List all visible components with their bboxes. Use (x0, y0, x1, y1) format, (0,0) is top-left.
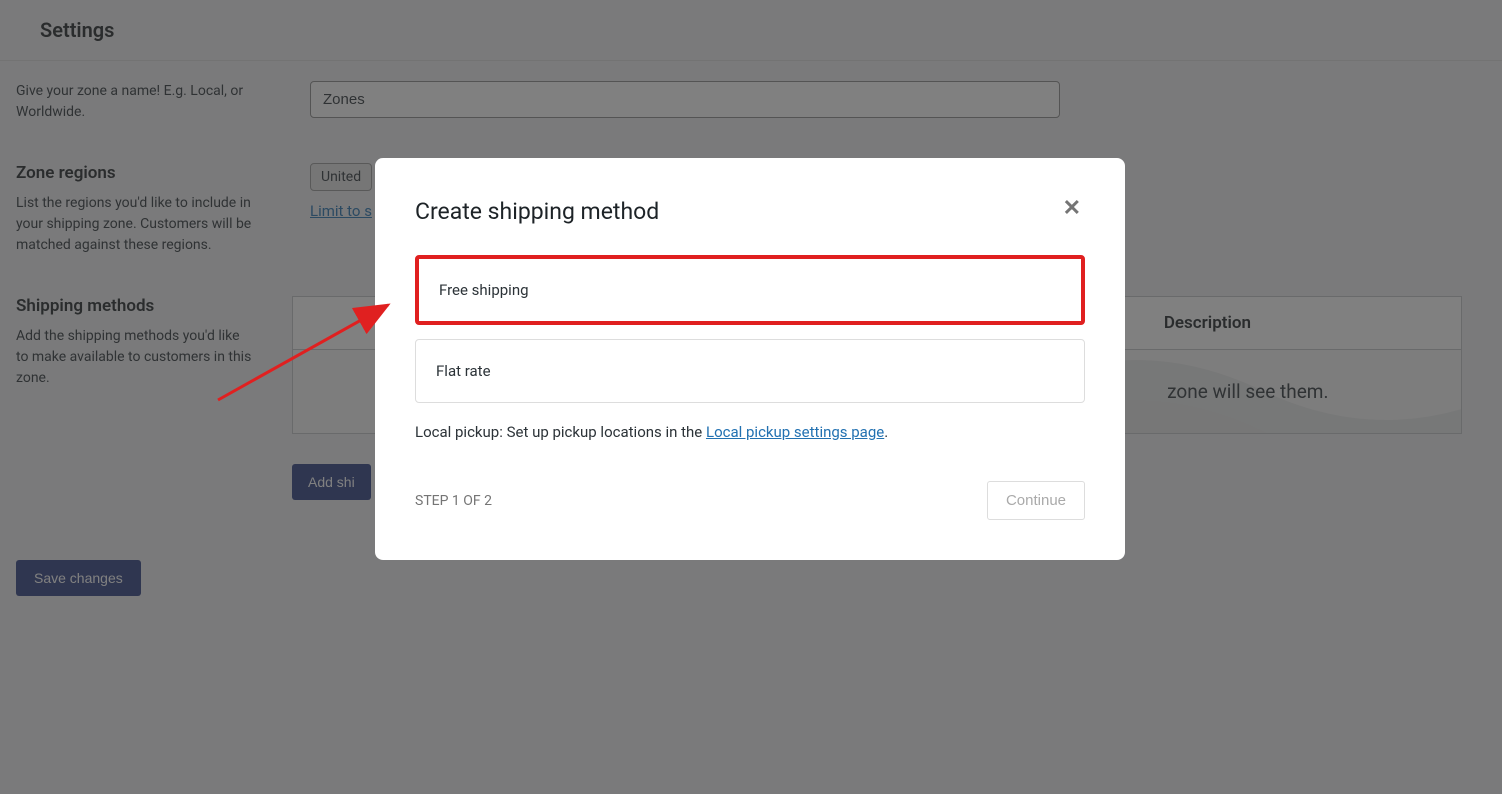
continue-button[interactable]: Continue (987, 481, 1085, 520)
free-shipping-label: Free shipping (439, 281, 529, 299)
modal-footer: STEP 1 OF 2 Continue (415, 481, 1085, 520)
step-indicator: STEP 1 OF 2 (415, 493, 492, 509)
create-shipping-method-modal: Create shipping method ✕ Free shipping F… (375, 158, 1125, 560)
modal-title: Create shipping method (415, 198, 659, 225)
flat-rate-label: Flat rate (436, 362, 491, 380)
free-shipping-option[interactable]: Free shipping (415, 255, 1085, 325)
modal-header: Create shipping method ✕ (415, 198, 1085, 225)
local-pickup-prefix: Local pickup: Set up pickup locations in… (415, 423, 706, 441)
local-pickup-link[interactable]: Local pickup settings page (706, 423, 884, 441)
local-pickup-text: Local pickup: Set up pickup locations in… (415, 423, 1085, 441)
close-icon[interactable]: ✕ (1059, 198, 1085, 220)
flat-rate-option[interactable]: Flat rate (415, 339, 1085, 403)
